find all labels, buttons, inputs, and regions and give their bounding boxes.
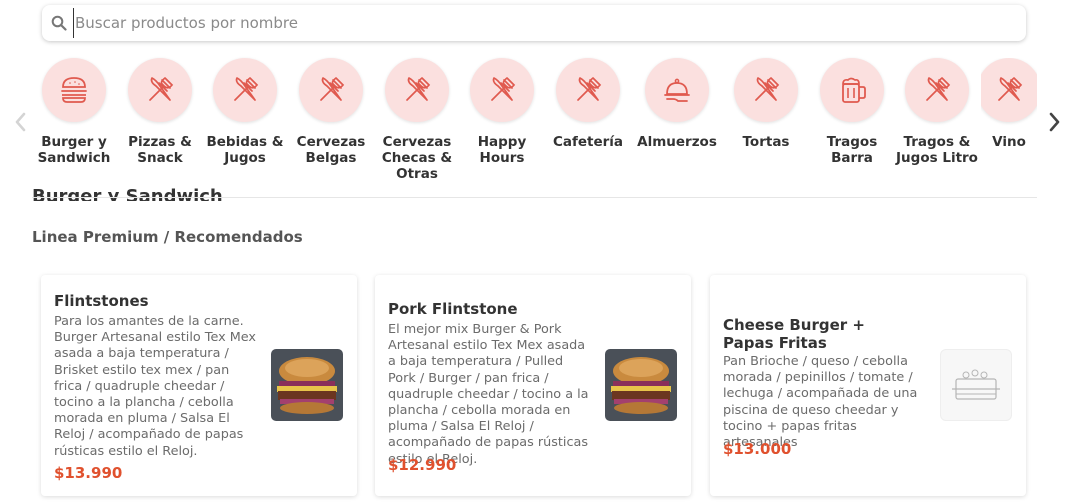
utensils-icon xyxy=(149,77,174,101)
category-cafeteria[interactable]: Cafetería xyxy=(547,58,629,150)
product-photo xyxy=(271,349,343,421)
product-photo xyxy=(605,349,677,421)
utensils-icon xyxy=(234,77,259,101)
category-burger-y-sandwich[interactable]: Burger y Sandwich xyxy=(33,58,115,166)
section-title: Burger y Sandwich xyxy=(32,187,223,201)
category-vino[interactable]: Vino xyxy=(981,58,1037,150)
product-price: $12.990 xyxy=(388,456,457,474)
utensils-icon xyxy=(577,77,602,101)
category-label: Cafetería xyxy=(552,134,624,150)
category-cervezas-checas-otras[interactable]: Cervezas Checas & Otras xyxy=(376,58,458,182)
category-icon-circle xyxy=(556,58,620,122)
category-icon-circle xyxy=(645,58,709,122)
beer-mug-icon xyxy=(842,77,866,103)
product-description: Pan Brioche / queso / cebolla morada / p… xyxy=(723,354,918,451)
category-label: Tortas xyxy=(742,134,790,150)
category-tragos-barra[interactable]: Tragos Barra xyxy=(811,58,893,166)
category-icon-circle xyxy=(385,58,449,122)
category-label: Cervezas Belgas xyxy=(296,134,366,166)
search-bar[interactable] xyxy=(42,5,1026,41)
subsection-title: Linea Premium / Recomendados xyxy=(32,228,303,246)
category-icon-circle xyxy=(981,58,1037,122)
category-icon-circle xyxy=(905,58,969,122)
burger-photo xyxy=(605,349,677,421)
product-name: Cheese Burger + Papas Fritas xyxy=(723,316,865,352)
chevron-left-icon xyxy=(15,112,26,132)
serving-dish-icon xyxy=(664,78,690,102)
utensils-icon xyxy=(491,77,516,101)
carousel-next-button[interactable] xyxy=(1045,108,1065,136)
utensils-icon xyxy=(406,77,431,101)
burger-icon xyxy=(61,77,87,103)
food-tray-icon xyxy=(952,369,1000,400)
product-price: $13.990 xyxy=(54,464,123,482)
category-label: Almuerzos xyxy=(637,134,717,150)
product-name: Pork Flintstone xyxy=(388,300,518,318)
utensils-icon xyxy=(926,77,951,101)
carousel-prev-button[interactable] xyxy=(10,108,30,136)
search-input[interactable] xyxy=(73,8,973,38)
category-icon-circle xyxy=(213,58,277,122)
category-bebidas-jugos[interactable]: Bebidas & Jugos xyxy=(204,58,286,166)
product-description: El mejor mix Burger & Pork Artesanal est… xyxy=(388,322,589,467)
search-icon xyxy=(51,15,67,31)
product-name: Flintstones xyxy=(54,292,149,310)
utensils-icon xyxy=(320,77,345,101)
burger-photo xyxy=(271,349,343,421)
utensils-icon xyxy=(755,77,780,101)
product-photo-placeholder xyxy=(940,349,1012,421)
product-card[interactable]: Pork Flintstone El mejor mix Burger & Po… xyxy=(375,275,691,496)
category-label: Burger y Sandwich xyxy=(37,134,111,166)
category-happy-hours[interactable]: Happy Hours xyxy=(461,58,543,166)
product-description: Para los amantes de la carne. Burger Art… xyxy=(54,314,257,459)
category-almuerzos[interactable]: Almuerzos xyxy=(636,58,718,150)
category-label: Tragos & Jugos Litro xyxy=(896,134,978,166)
category-cervezas-belgas[interactable]: Cervezas Belgas xyxy=(290,58,372,166)
category-icon-circle xyxy=(42,58,106,122)
category-label: Bebidas & Jugos xyxy=(206,134,284,166)
utensils-icon xyxy=(998,77,1023,101)
category-label: Vino xyxy=(992,134,1026,150)
category-label: Cervezas Checas & Otras xyxy=(381,134,453,182)
category-icon-circle xyxy=(734,58,798,122)
divider xyxy=(32,197,1037,198)
product-price: $13.000 xyxy=(723,440,792,458)
category-carousel: Burger y Sandwich Pizzas & Snack Bebidas… xyxy=(0,48,1080,196)
category-tragos-jugos-litro[interactable]: Tragos & Jugos Litro xyxy=(896,58,978,166)
category-icon-circle xyxy=(820,58,884,122)
chevron-right-icon xyxy=(1049,112,1060,132)
product-card[interactable]: Cheese Burger + Papas Fritas Pan Brioche… xyxy=(710,275,1026,496)
category-icon-circle xyxy=(299,58,363,122)
category-label: Pizzas & Snack xyxy=(128,134,192,166)
category-tortas[interactable]: Tortas xyxy=(725,58,807,150)
category-pizzas-snack[interactable]: Pizzas & Snack xyxy=(119,58,201,166)
category-icon-circle xyxy=(470,58,534,122)
product-card[interactable]: Flintstones Para los amantes de la carne… xyxy=(41,275,357,496)
category-icon-circle xyxy=(128,58,192,122)
category-label: Tragos Barra xyxy=(826,134,878,166)
category-label: Happy Hours xyxy=(477,134,527,166)
